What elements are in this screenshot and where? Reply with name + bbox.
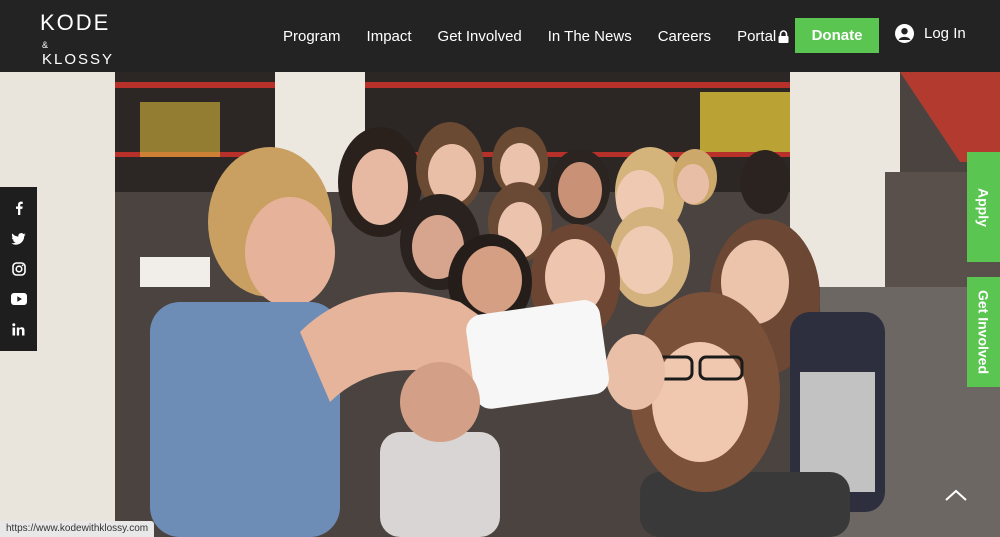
linkedin-icon[interactable] — [11, 322, 27, 338]
main-nav: Program Impact Get Involved In The News … — [283, 0, 803, 72]
nav-portal[interactable]: Portal — [737, 28, 789, 45]
facebook-icon[interactable] — [11, 200, 27, 216]
nav-portal-label: Portal — [737, 27, 777, 45]
get-involved-tab[interactable]: Get Involved — [967, 277, 1000, 387]
get-involved-tab-label: Get Involved — [975, 289, 992, 375]
logo-bottom-word: KLOSSY — [42, 51, 115, 68]
browser-status-url: https://www.kodewithklossy.com — [0, 521, 155, 537]
instagram-icon[interactable] — [11, 261, 27, 277]
login-label: Log In — [924, 25, 966, 42]
apply-tab[interactable]: Apply — [967, 152, 1000, 262]
nav-get-involved[interactable]: Get Involved — [438, 28, 522, 45]
site-header: KODE &KLOSSY Program Impact Get Involved… — [0, 0, 1000, 72]
apply-tab-label: Apply — [975, 187, 992, 227]
nav-careers[interactable]: Careers — [658, 28, 711, 45]
logo-top-text: KODE — [40, 10, 111, 35]
hero-photo — [0, 72, 1000, 537]
logo-amp: & — [42, 39, 51, 50]
scroll-to-top-chevron-up-icon[interactable] — [943, 485, 969, 505]
donate-button[interactable]: Donate — [795, 18, 879, 53]
nav-impact[interactable]: Impact — [367, 28, 412, 45]
lock-icon — [778, 29, 789, 43]
user-avatar-icon — [895, 24, 914, 43]
nav-program[interactable]: Program — [283, 28, 341, 45]
youtube-icon[interactable] — [10, 291, 27, 307]
kode-with-klossy-logo[interactable]: KODE &KLOSSY — [40, 10, 112, 68]
social-sidebar — [0, 187, 37, 351]
login-link[interactable]: Log In — [895, 24, 966, 43]
twitter-icon[interactable] — [11, 231, 27, 247]
logo-bottom-text: &KLOSSY — [40, 37, 112, 67]
nav-in-the-news[interactable]: In The News — [548, 28, 632, 45]
